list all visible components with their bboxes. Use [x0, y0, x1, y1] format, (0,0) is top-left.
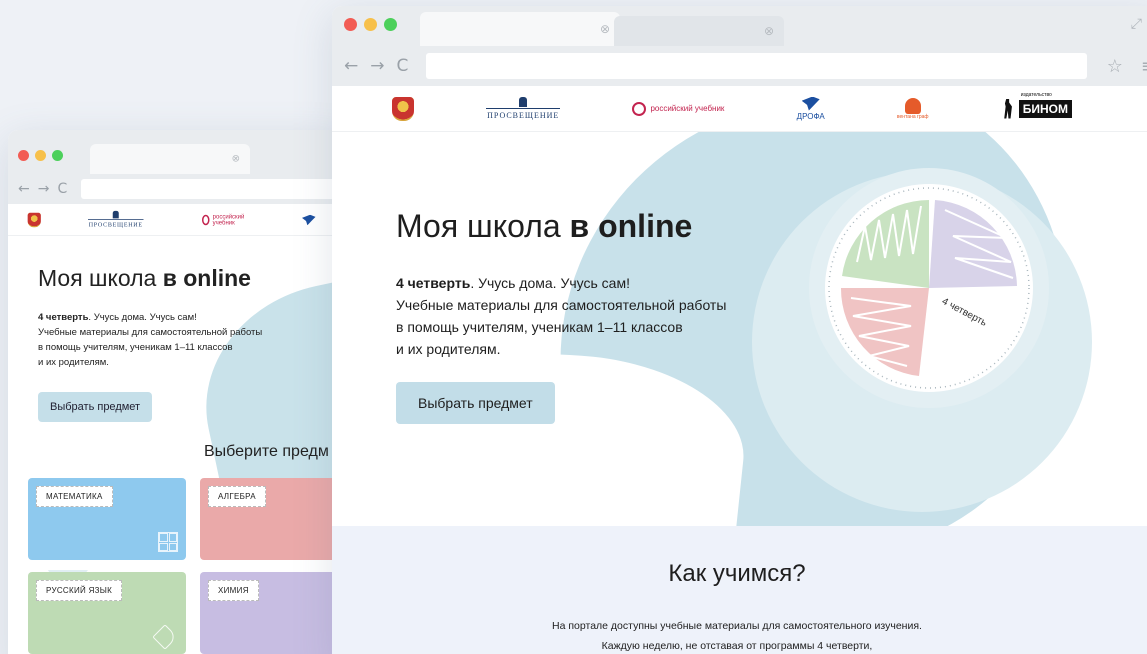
prosveschenie-logo[interactable]: ПРОСВЕЩЕНИЕ [486, 97, 561, 120]
subject-label: АЛГЕБРА [208, 486, 266, 507]
tab-close-icon[interactable]: ⊗ [232, 154, 240, 165]
minimize-window-button[interactable] [35, 150, 46, 161]
close-window-button[interactable] [18, 150, 29, 161]
navigation-bar: ← → C ☆ ≡ [332, 48, 1147, 84]
browser-chrome: ⊗ ⊗ ⤢ ← → C ☆ ≡ [332, 6, 1147, 86]
choose-subject-heading: Выберите предм [204, 443, 329, 460]
subject-label: ХИМИЯ [208, 580, 259, 601]
page-title: Моя школа в online [396, 208, 693, 244]
close-window-button[interactable] [344, 18, 357, 31]
address-bar[interactable] [81, 179, 348, 199]
tab-close-icon[interactable]: ⊗ [600, 22, 610, 36]
drofa-logo[interactable]: ДРОФА [797, 96, 825, 121]
browser-tab-inactive[interactable]: ⊗ [614, 16, 784, 46]
browser-chrome: ⊗ ← → C [8, 130, 348, 204]
section-description: На портале доступны учебные материалы дл… [552, 620, 922, 652]
window-controls [344, 18, 397, 31]
page-title: Моя школа в online [38, 265, 251, 291]
navigation-bar: ← → C [8, 176, 348, 202]
menu-icon[interactable]: ≡ [1141, 56, 1147, 77]
minimize-window-button[interactable] [364, 18, 377, 31]
hero-section: Моя школа в online 4 четверть. Учусь дом… [332, 132, 1147, 528]
window-controls [18, 150, 63, 161]
how-we-learn-section: Как учимся? На портале доступны учебные … [332, 526, 1147, 654]
back-arrow-icon[interactable]: ← [18, 181, 30, 197]
quarter-dial-illustration: 4 четверть [809, 168, 1049, 408]
choose-subject-button[interactable]: Выбрать предмет [396, 382, 555, 424]
front-browser-window: ⊗ ⊗ ⤢ ← → C ☆ ≡ ПРОСВЕЩЕНИЕ российский у… [332, 6, 1147, 654]
subject-card-algebra[interactable]: АЛГЕБРА [200, 478, 348, 560]
forward-arrow-icon[interactable]: → [370, 56, 384, 76]
russian-textbook-logo[interactable]: российский учебник [632, 101, 724, 116]
subject-card-math[interactable]: МАТЕМАТИКА [28, 478, 186, 560]
subject-label: МАТЕМАТИКА [36, 486, 113, 507]
fullscreen-icon[interactable]: ⤢ [1131, 16, 1142, 32]
binom-logo[interactable]: издательство БИНОМ [1001, 92, 1072, 119]
back-arrow-icon[interactable]: ← [344, 56, 358, 76]
hero-description: 4 четверть. Учусь дома. Учусь сам! Учебн… [38, 312, 263, 368]
drofa-logo[interactable] [302, 214, 316, 225]
pen-nib-icon [152, 624, 178, 650]
back-browser-window: ⊗ ← → C ПРОСВЕЩЕНИЕ российский учебник М… [8, 130, 348, 654]
maximize-window-button[interactable] [384, 18, 397, 31]
calculator-icon [158, 532, 178, 552]
reload-icon[interactable]: C [57, 181, 67, 197]
partner-logos: ПРОСВЕЩЕНИЕ российский учебник ДРОФА вен… [332, 86, 1147, 132]
browser-tab-active[interactable]: ⊗ [420, 12, 620, 46]
subject-card-chemistry[interactable]: ХИМИЯ [200, 572, 348, 654]
maximize-window-button[interactable] [52, 150, 63, 161]
hero-description: 4 четверть. Учусь дома. Учусь сам! Учебн… [396, 275, 727, 357]
russian-textbook-logo[interactable]: российский учебник [202, 213, 247, 226]
prosveschenie-logo[interactable]: ПРОСВЕЩЕНИЕ [88, 210, 144, 228]
browser-tab[interactable]: ⊗ [90, 144, 250, 174]
partner-logos: ПРОСВЕЩЕНИЕ российский учебник [8, 204, 348, 236]
ventana-graf-logo[interactable]: вентана граф [897, 97, 929, 120]
choose-subject-button[interactable]: Выбрать предмет [38, 392, 153, 422]
tab-close-icon[interactable]: ⊗ [764, 24, 774, 38]
section-title: Как учимся? [668, 560, 806, 587]
address-bar[interactable] [426, 53, 1087, 79]
subject-card-russian[interactable]: РУССКИЙ ЯЗЫК [28, 572, 186, 654]
subject-label: РУССКИЙ ЯЗЫК [36, 580, 123, 601]
forward-arrow-icon[interactable]: → [38, 181, 50, 197]
ministry-crest-logo[interactable] [392, 96, 414, 121]
ministry-crest-logo[interactable] [26, 211, 43, 229]
bookmark-star-icon[interactable]: ☆ [1107, 56, 1123, 77]
reload-icon[interactable]: C [397, 56, 409, 76]
